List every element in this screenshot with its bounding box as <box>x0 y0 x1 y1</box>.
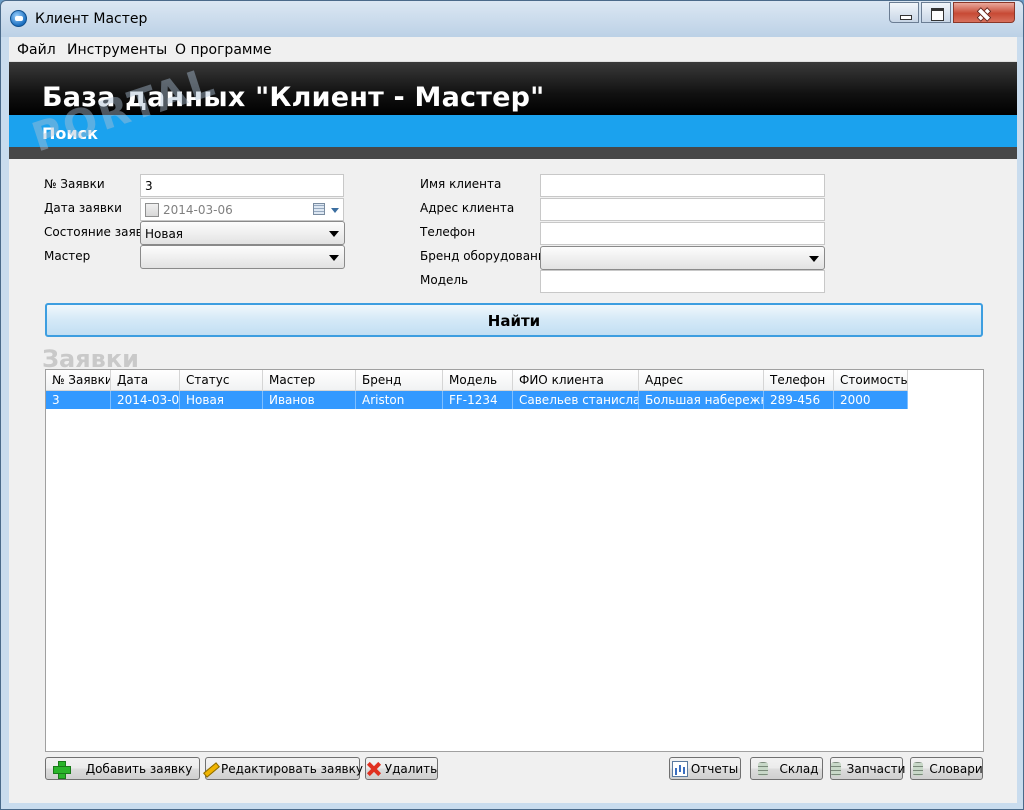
phone-input[interactable] <box>540 222 825 245</box>
client-address-input[interactable] <box>540 198 825 221</box>
pencil-icon <box>202 761 218 777</box>
phone-label: Телефон <box>420 225 476 239</box>
calendar-icon[interactable] <box>313 203 325 215</box>
state-label: Состояние заявки <box>44 225 140 239</box>
search-panel: № Заявки 3 Дата заявки 2014-03-06 Состоя… <box>9 159 1017 803</box>
edit-order-button[interactable]: Редактировать заявку <box>202 757 363 780</box>
col-address[interactable]: Адрес <box>639 370 764 391</box>
database-icon <box>828 761 844 777</box>
menu-tools[interactable]: Инструменты <box>67 42 167 58</box>
cell-cost: 2000 <box>834 391 908 409</box>
menu-file[interactable]: Файл <box>17 42 56 58</box>
cell-client-name: Савельев станислав <box>513 391 639 409</box>
chevron-down-icon <box>809 256 819 262</box>
order-date-picker[interactable]: 2014-03-06 <box>140 198 344 221</box>
chart-icon <box>671 760 688 777</box>
add-order-label: Добавить заявку <box>85 761 193 776</box>
window-title: Клиент Мастер <box>35 11 148 27</box>
cell-order-no: 3 <box>46 391 111 409</box>
menu-about[interactable]: О программе <box>175 42 272 58</box>
cell-address: Большая набережная <box>639 391 764 409</box>
col-order-no[interactable]: № Заявки <box>46 370 111 391</box>
cell-model: FF-1234 <box>443 391 513 409</box>
plus-icon <box>52 760 71 779</box>
model-label: Модель <box>420 273 469 287</box>
state-select[interactable]: Новая <box>140 221 345 245</box>
col-brand[interactable]: Бренд <box>356 370 443 391</box>
model-input[interactable] <box>540 270 825 293</box>
col-client-name[interactable]: ФИО клиента <box>513 370 639 391</box>
parts-label: Запчасти <box>846 761 906 776</box>
cell-phone: 289-456 <box>764 391 834 409</box>
state-value: Новая <box>145 227 184 241</box>
database-icon <box>755 761 771 777</box>
subheader: Поиск <box>9 115 1017 147</box>
warehouse-button[interactable]: Склад <box>750 757 823 780</box>
title-bar[interactable]: Клиент Мастер <box>1 1 1023 37</box>
minimize-button[interactable] <box>889 2 919 23</box>
app-header: База данных "Клиент - Мастер" <box>9 62 1017 115</box>
order-date-value: 2014-03-06 <box>163 203 233 217</box>
menu-bar: Файл Инструменты О программе <box>9 37 1017 62</box>
client-name-input[interactable] <box>540 174 825 197</box>
chevron-down-icon <box>329 231 339 237</box>
cell-date: 2014-03-06 <box>111 391 180 409</box>
orders-table: № Заявки Дата Статус Мастер Бренд Модель… <box>45 369 984 752</box>
brand-select[interactable] <box>540 246 825 270</box>
order-no-input[interactable]: 3 <box>140 174 344 197</box>
master-label: Мастер <box>44 249 91 263</box>
header-divider <box>9 147 1017 159</box>
col-phone[interactable]: Телефон <box>764 370 834 391</box>
date-checkbox[interactable] <box>145 203 159 217</box>
col-master[interactable]: Мастер <box>263 370 356 391</box>
warehouse-label: Склад <box>779 761 819 776</box>
chevron-down-icon <box>329 255 339 261</box>
subheader-title: Поиск <box>42 124 98 143</box>
dictionaries-label: Словари <box>929 761 983 776</box>
delete-icon <box>366 761 382 777</box>
client-area: Файл Инструменты О программе База данных… <box>9 37 1017 803</box>
find-button[interactable]: Найти <box>45 303 983 337</box>
table-row[interactable]: 3 2014-03-06 Новая Иванов Ariston FF-123… <box>46 391 908 409</box>
delete-label: Удалить <box>384 761 438 776</box>
maximize-button[interactable] <box>921 2 951 23</box>
client-name-label: Имя клиента <box>420 177 502 191</box>
close-button[interactable] <box>953 2 1015 23</box>
dictionaries-button[interactable]: Словари <box>910 757 983 780</box>
database-icon <box>910 761 926 777</box>
add-order-button[interactable]: Добавить заявку <box>45 757 200 780</box>
cell-brand: Ariston <box>356 391 443 409</box>
parts-button[interactable]: Запчасти <box>828 757 906 780</box>
cell-status: Новая <box>180 391 263 409</box>
app-window: Клиент Мастер Файл Инструменты О програм… <box>0 0 1024 810</box>
header-title: База данных "Клиент - Мастер" <box>42 82 545 113</box>
reports-button[interactable]: Отчеты <box>669 757 741 780</box>
col-status[interactable]: Статус <box>180 370 263 391</box>
col-model[interactable]: Модель <box>443 370 513 391</box>
brand-label: Бренд оборудования <box>420 249 545 263</box>
cell-master: Иванов <box>263 391 356 409</box>
client-address-label: Адрес клиента <box>420 201 515 215</box>
reports-label: Отчеты <box>690 761 739 776</box>
order-date-label: Дата заявки <box>44 201 122 215</box>
app-icon <box>10 10 27 27</box>
col-cost[interactable]: Стоимость <box>834 370 908 391</box>
edit-order-label: Редактировать заявку <box>221 761 363 776</box>
table-header: № Заявки Дата Статус Мастер Бренд Модель… <box>46 370 908 391</box>
chevron-down-icon[interactable] <box>331 208 339 213</box>
col-date[interactable]: Дата <box>111 370 180 391</box>
order-no-label: № Заявки <box>44 177 105 191</box>
delete-button[interactable]: Удалить <box>365 757 438 780</box>
master-select[interactable] <box>140 245 345 269</box>
